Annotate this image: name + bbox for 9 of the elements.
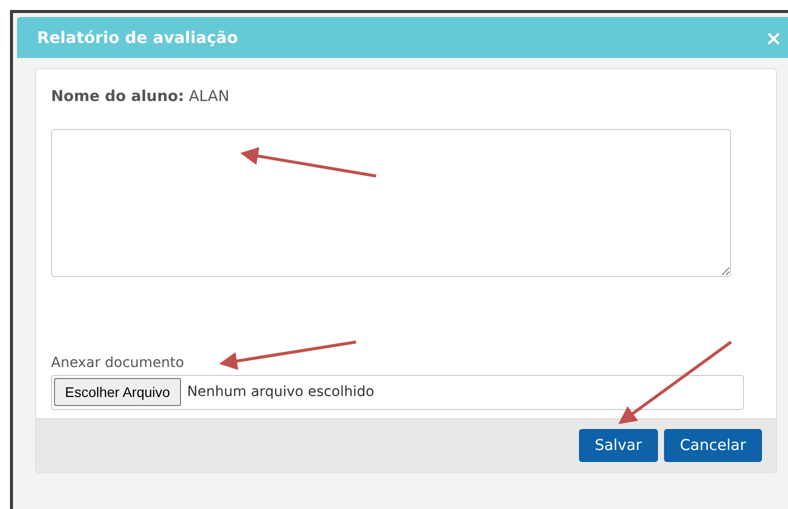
choose-file-button[interactable]: Escolher Arquivo — [54, 378, 182, 406]
file-status: Nenhum arquivo escolhido — [187, 382, 374, 402]
dialog-title: Relatório de avaliação — [37, 26, 238, 48]
attachment-label: Anexar documento — [51, 354, 184, 372]
save-button[interactable]: Salvar — [578, 429, 658, 462]
student-name: Nome do aluno: ALAN — [51, 86, 230, 107]
report-field[interactable] — [51, 128, 731, 276]
cancel-button[interactable]: Cancelar — [664, 429, 762, 462]
file-field[interactable]: Escolher Arquivo Nenhum arquivo escolhido — [51, 374, 744, 410]
